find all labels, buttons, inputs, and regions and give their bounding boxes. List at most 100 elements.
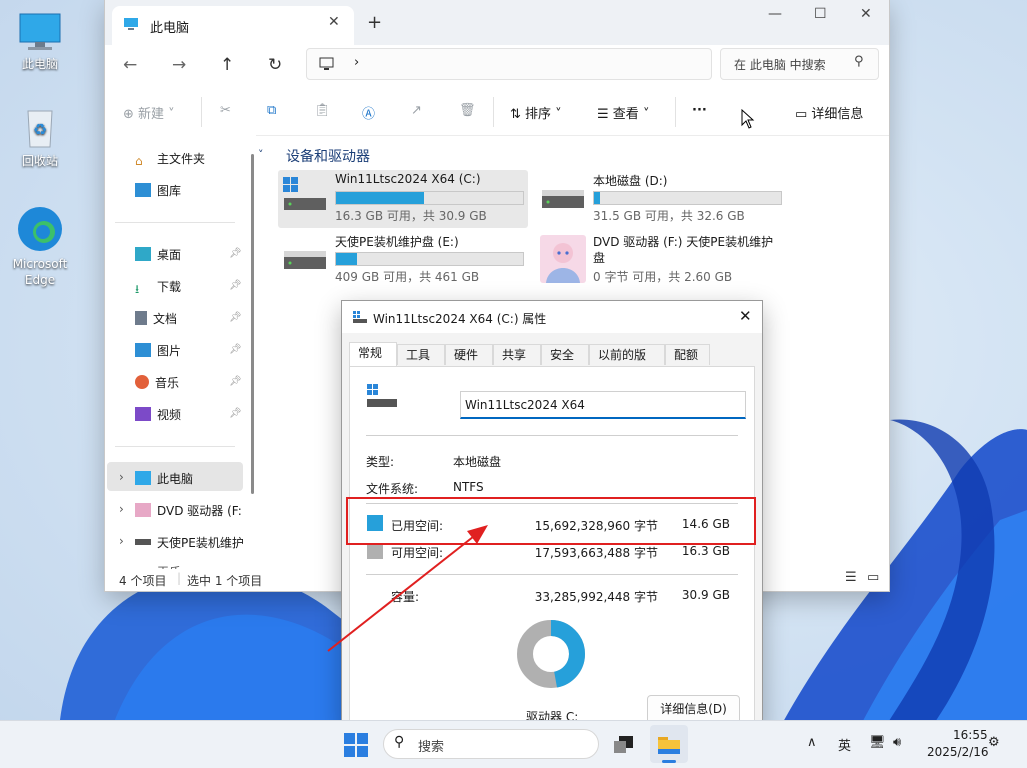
new-tab-button[interactable]: +	[367, 12, 382, 33]
tab-bar: 此电脑 ✕ + — ☐ ✕	[105, 0, 889, 45]
nav-label: 图片	[157, 344, 182, 358]
tab-sharing[interactable]: 共享	[493, 344, 541, 365]
chevron-right-icon[interactable]: ›	[119, 502, 124, 516]
share-icon[interactable]: ↗	[411, 103, 422, 118]
more-button[interactable]: ···	[692, 103, 707, 118]
pin-icon[interactable]: 📌︎	[229, 408, 242, 419]
network-icon[interactable]: 🖥︎	[869, 735, 886, 750]
drive-f[interactable]: DVD 驱动器 (F:) 天使PE装机维护 盘 0 字节 可用，共 2.60 G…	[536, 231, 786, 289]
task-view-icon[interactable]	[613, 735, 635, 755]
refresh-button[interactable]: ↻	[268, 55, 282, 75]
up-button[interactable]: ↑	[220, 55, 234, 75]
pin-icon[interactable]: 📌︎	[229, 344, 242, 355]
monitor-icon	[19, 13, 61, 50]
nav-item-gallery[interactable]: 图库	[135, 182, 181, 202]
search-placeholder: 在 此电脑 中搜索	[734, 58, 826, 72]
start-button[interactable]	[344, 733, 368, 757]
copy-icon[interactable]: ⧉	[267, 103, 276, 118]
close-tab-icon[interactable]: ✕	[328, 14, 340, 30]
volume-name-input[interactable]: Win11Ltsc2024 X64	[460, 391, 746, 419]
clock-date[interactable]: 2025/2/16	[927, 745, 989, 759]
chevron-right-icon[interactable]: ›	[119, 470, 124, 484]
filesystem-value: NTFS	[453, 480, 484, 494]
taskbar-search-label: 搜索	[418, 740, 445, 755]
nav-label: 图库	[157, 184, 182, 198]
drive-usage-bar	[335, 191, 524, 205]
desktop-icon-edge[interactable]: Microsoft Edge	[4, 205, 76, 288]
drive-c[interactable]: Win11Ltsc2024 X64 (C:) 16.3 GB 可用，共 30.9…	[278, 170, 528, 228]
details-label: 详细信息	[811, 107, 864, 122]
divider	[115, 446, 235, 447]
chevron-right-icon[interactable]: ›	[354, 55, 359, 70]
nav-item-thispc[interactable]: 此电脑	[135, 470, 193, 490]
search-input[interactable]: 在 此电脑 中搜索 ⚲	[720, 48, 879, 80]
tab-hardware[interactable]: 硬件	[445, 344, 493, 365]
cut-icon[interactable]: ✂	[220, 103, 231, 118]
tab-tools[interactable]: 工具	[397, 344, 445, 365]
sort-label: 排序	[525, 107, 552, 122]
monitor-icon	[135, 471, 151, 485]
close-dialog-button[interactable]: ✕	[739, 307, 752, 325]
maximize-button[interactable]: ☐	[814, 6, 827, 22]
paste-icon[interactable]: 📋︎	[314, 103, 331, 118]
pin-icon[interactable]: 📌︎	[229, 376, 242, 387]
drive-d[interactable]: 本地磁盘 (D:) 31.5 GB 可用，共 32.6 GB	[536, 170, 786, 228]
dialog-title: Win11Ltsc2024 X64 (C:) 属性	[373, 312, 547, 326]
drive-name: 本地磁盘 (D:)	[593, 174, 668, 188]
details-pane-button[interactable]: ▭ 详细信息	[795, 103, 863, 122]
nav-item-pe[interactable]: 天使PE装机维护	[135, 534, 247, 554]
desktop-icon-thispc[interactable]: 此电脑	[4, 12, 76, 72]
back-button[interactable]: ←	[123, 55, 137, 75]
windows-drive-icon	[283, 177, 326, 210]
rename-icon[interactable]: Ⓐ	[362, 103, 375, 122]
nav-item-dvd[interactable]: DVD 驱动器 (F:	[135, 502, 247, 522]
nav-scrollbar[interactable]	[251, 154, 254, 494]
nav-item-music[interactable]: 音乐	[135, 374, 179, 394]
minimize-button[interactable]: —	[768, 6, 782, 22]
nav-item-documents[interactable]: 文档	[135, 310, 177, 330]
close-window-button[interactable]: ✕	[860, 6, 872, 22]
nav-item-downloads[interactable]: ⭳ 下载	[135, 278, 181, 298]
nav-item-pictures[interactable]: 图片	[135, 342, 181, 362]
tab-general[interactable]: 常规	[349, 342, 397, 366]
tab-security[interactable]: 安全	[541, 344, 589, 365]
pin-icon[interactable]: 📌︎	[229, 280, 242, 291]
new-label: 新建	[138, 107, 165, 122]
capacity-size: 30.9 GB	[681, 588, 730, 602]
pin-icon[interactable]: 📌︎	[229, 312, 242, 323]
clock-time[interactable]: 16:55	[953, 728, 988, 742]
file-explorer-taskbar-button[interactable]	[650, 725, 688, 763]
nav-item-home[interactable]: ⌂ 主文件夹	[135, 150, 205, 170]
chevron-right-icon[interactable]: ›	[119, 534, 124, 548]
search-icon: ⚲	[854, 54, 864, 69]
volume-icon[interactable]: 🔊︎	[893, 735, 901, 750]
notification-icon[interactable]: ⚙	[988, 735, 1000, 750]
drive-icon	[284, 251, 326, 269]
chevron-up-icon[interactable]: ∧	[807, 735, 817, 750]
type-label: 类型:	[366, 455, 395, 469]
ime-indicator[interactable]: 英	[838, 735, 851, 754]
chevron-down-icon[interactable]: ˅	[258, 148, 264, 161]
details-view-icon[interactable]: ☰	[845, 570, 857, 585]
drive-usage-bar	[593, 191, 782, 205]
pin-icon[interactable]: 📌︎	[229, 248, 242, 259]
sort-button[interactable]: ⇅ 排序 ˅	[510, 103, 562, 122]
music-icon	[135, 375, 149, 389]
nav-item-desktop[interactable]: 桌面	[135, 246, 181, 266]
tiles-view-icon[interactable]: ▭	[867, 570, 879, 585]
nav-item-videos[interactable]: 视频	[135, 406, 181, 426]
tab-thispc[interactable]: 此电脑 ✕	[112, 6, 354, 45]
drive-e[interactable]: 天使PE装机维护盘 (E:) 409 GB 可用，共 461 GB	[278, 231, 528, 289]
address-field[interactable]: ›	[306, 48, 712, 80]
view-button[interactable]: ☰ 查看 ˅	[597, 103, 649, 122]
desktop-icon-recycle-bin[interactable]: ♻ 回收站	[4, 105, 76, 169]
forward-button[interactable]: →	[172, 55, 186, 75]
drive-icon	[542, 190, 584, 208]
new-button[interactable]: ⊕ 新建 ˅	[123, 103, 175, 122]
tab-quota[interactable]: 配额	[665, 344, 710, 365]
tab-previous-versions[interactable]: 以前的版本	[589, 344, 665, 383]
delete-icon[interactable]: 🗑︎	[459, 103, 476, 118]
active-indicator	[662, 760, 676, 763]
desktop-icon-label: 回收站	[21, 154, 58, 168]
taskbar-search-box[interactable]: ⚲ 搜索	[383, 729, 599, 759]
